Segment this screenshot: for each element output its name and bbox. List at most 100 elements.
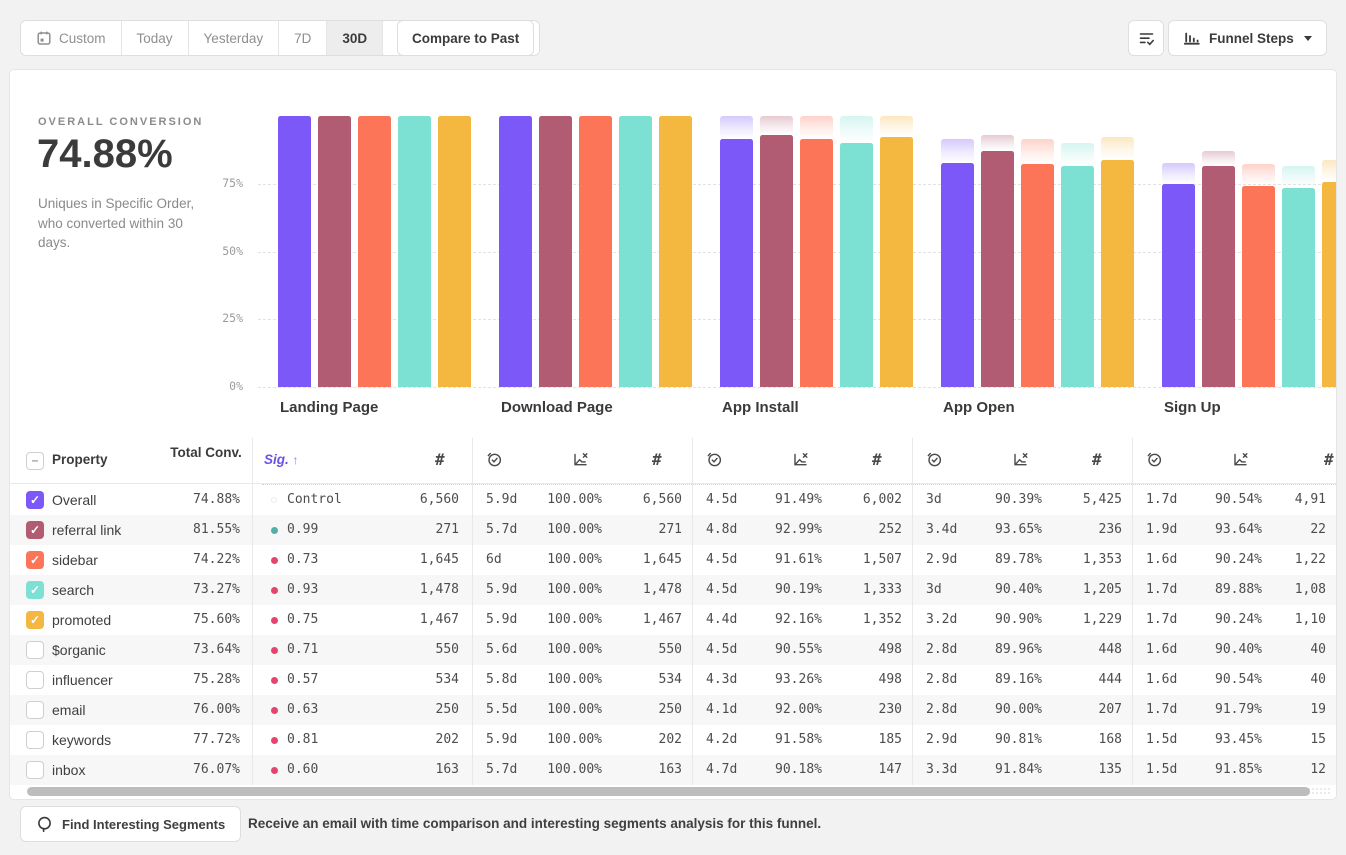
step-count: 1,645 [582, 545, 682, 575]
funnel-bar[interactable] [278, 116, 311, 387]
time-to-convert-icon [486, 451, 503, 468]
funnel-bar[interactable] [720, 139, 753, 387]
row-checkbox[interactable] [26, 761, 44, 779]
funnel-bar[interactable] [1282, 188, 1315, 387]
funnel-step-label: Landing Page [280, 399, 378, 416]
funnel-bar[interactable] [760, 135, 793, 387]
funnel-bar[interactable] [1322, 182, 1336, 387]
check-icon: ✓ [30, 613, 40, 627]
funnel-bar[interactable] [659, 116, 692, 387]
dropoff-ghost-cap [1282, 166, 1315, 188]
significance-value: 0.57 [287, 665, 318, 695]
step-count: 1,478 [359, 575, 459, 605]
funnel-bar[interactable] [438, 116, 471, 387]
date-range-today[interactable]: Today [122, 21, 189, 55]
total-conversion-value: 73.64% [140, 635, 240, 665]
funnel-bar[interactable] [318, 116, 351, 387]
funnel-bar[interactable] [579, 116, 612, 387]
overall-conversion-description: Uniques in Specific Order, who converted… [38, 194, 216, 253]
row-checkbox[interactable]: ✓ [26, 491, 44, 509]
compare-to-past-label: Compare to Past [412, 31, 519, 46]
property-name: email [52, 695, 85, 725]
column-divider [692, 438, 693, 785]
step-count: 163 [359, 755, 459, 785]
funnel-bar[interactable] [1202, 166, 1235, 387]
significance-dot [271, 647, 278, 654]
funnel-bar[interactable] [499, 116, 532, 387]
table-row: ✓sidebar74.22%0.731,6456d100.00%1,6454.5… [10, 545, 1336, 575]
step-count: 40 [1226, 635, 1326, 665]
conversion-rate-icon [792, 451, 810, 468]
funnel-bar[interactable] [941, 163, 974, 387]
row-checkbox[interactable] [26, 701, 44, 719]
date-range-30d[interactable]: 30D [327, 21, 383, 55]
total-conversion-value: 73.27% [140, 575, 240, 605]
step-count: 550 [582, 635, 682, 665]
dropoff-ghost-cap [1322, 160, 1336, 182]
time-to-convert-value: 4.8d [706, 515, 737, 545]
step-count: 1,353 [1022, 545, 1122, 575]
table-row: $organic73.64%0.715505.6d100.00%5504.5d9… [10, 635, 1336, 665]
time-to-convert-value: 1.9d [1146, 515, 1177, 545]
significance-dot [271, 677, 278, 684]
step-count: 1,352 [802, 605, 902, 635]
funnel-email-message: Receive an email with time comparison an… [248, 806, 821, 842]
funnel-bar[interactable] [800, 139, 833, 387]
compare-to-past-button[interactable]: Compare to Past [397, 20, 534, 56]
funnel-bar[interactable] [1061, 166, 1094, 387]
property-name: influencer [52, 665, 113, 695]
step-count: 271 [582, 515, 682, 545]
time-to-convert-value: 1.6d [1146, 545, 1177, 575]
step-count: 12 [1226, 755, 1326, 785]
gridline [258, 387, 1336, 388]
significance-value: 0.75 [287, 605, 318, 635]
funnel-step-label: Download Page [501, 399, 613, 416]
horizontal-scrollbar-thumb[interactable] [27, 787, 1310, 796]
dropoff-ghost-cap [760, 116, 793, 135]
step-count: 250 [359, 695, 459, 725]
date-range-yesterday[interactable]: Yesterday [189, 21, 280, 55]
row-checkbox[interactable]: ✓ [26, 611, 44, 629]
step-count: 5,425 [1022, 485, 1122, 515]
time-to-convert-value: 2.9d [926, 545, 957, 575]
view-options-button[interactable] [1128, 20, 1164, 56]
funnel-bar[interactable] [840, 143, 873, 387]
significance-value: 0.81 [287, 725, 318, 755]
row-checkbox[interactable]: ✓ [26, 521, 44, 539]
row-checkbox[interactable]: ✓ [26, 551, 44, 569]
total-conversion-value: 74.88% [140, 485, 240, 515]
funnel-step-label: Sign Up [1164, 399, 1221, 416]
funnel-bar[interactable] [880, 137, 913, 387]
date-range-7d[interactable]: 7D [279, 21, 327, 55]
find-interesting-segments-button[interactable]: Find Interesting Segments [20, 806, 241, 842]
funnel-bar[interactable] [1021, 164, 1054, 387]
funnel-bar[interactable] [981, 151, 1014, 387]
select-all-checkbox[interactable]: – [26, 452, 44, 470]
step-count: 163 [582, 755, 682, 785]
check-icon: ✓ [30, 583, 40, 597]
sig-column-header[interactable]: Sig. ↑ [264, 452, 299, 467]
step-count: 15 [1226, 725, 1326, 755]
find-interesting-segments-label: Find Interesting Segments [62, 817, 225, 832]
funnel-bar[interactable] [1162, 184, 1195, 387]
count-column-header: # [1324, 450, 1334, 469]
conversion-rate-icon [572, 451, 590, 468]
funnel-bar[interactable] [398, 116, 431, 387]
funnel-bar[interactable] [1101, 160, 1134, 387]
date-range-custom[interactable]: Custom [21, 21, 122, 55]
row-checkbox[interactable] [26, 731, 44, 749]
funnel-bar[interactable] [619, 116, 652, 387]
row-checkbox[interactable]: ✓ [26, 581, 44, 599]
funnel-bar[interactable] [358, 116, 391, 387]
significance-value: 0.99 [287, 515, 318, 545]
funnel-bar[interactable] [539, 116, 572, 387]
row-checkbox[interactable] [26, 641, 44, 659]
row-checkbox[interactable] [26, 671, 44, 689]
step-count: 1,205 [1022, 575, 1122, 605]
overall-conversion-label: OVERALL CONVERSION [38, 116, 203, 128]
time-to-convert-value: 3d [926, 575, 942, 605]
time-to-convert-value: 2.8d [926, 695, 957, 725]
time-to-convert-value: 5.7d [486, 755, 517, 785]
funnel-steps-dropdown[interactable]: Funnel Steps [1168, 20, 1327, 56]
funnel-bar[interactable] [1242, 186, 1275, 387]
